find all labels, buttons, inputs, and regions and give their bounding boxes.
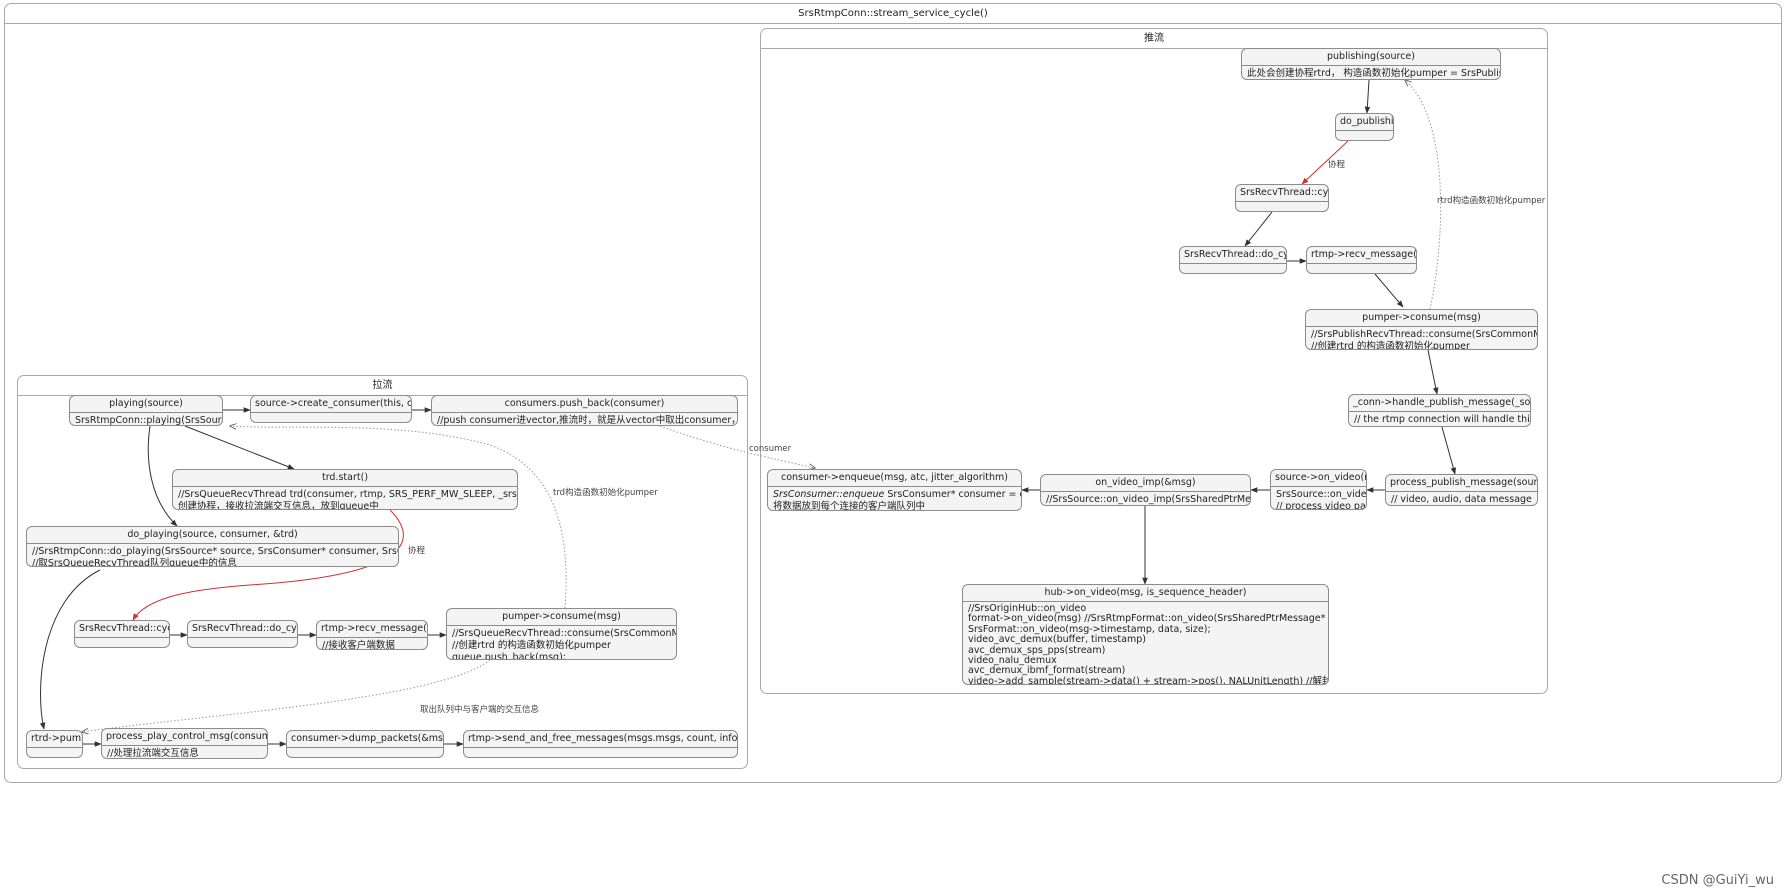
node-playing: playing(source) SrsRtmpConn::playing(Srs…	[69, 395, 223, 426]
node-text: // the rtmp connection will handle this …	[1354, 414, 1530, 425]
node-enqueue: consumer->enqueue(msg, atc, jitter_algor…	[767, 469, 1022, 511]
edge-publishing-do-publishing	[1364, 79, 1371, 114]
edges-layer	[39, 0, 1457, 747]
node-push-pumper-consume: pumper->consume(msg) //SrsPublishRecvThr…	[1305, 309, 1538, 350]
edge-pumper-publishing-dotted	[1405, 80, 1442, 310]
node-text: //SrsSource::on_video_imp(SrsSharedPtrMe…	[1046, 494, 1251, 505]
node-publishing: publishing(source) 此处会创建协程rtrd， 构造函数初始化p…	[1241, 48, 1501, 80]
edge-recv-message-pumper	[1374, 273, 1404, 308]
node-title: process_publish_message(source, msg)	[1386, 475, 1537, 492]
node-text: // process video packet	[1276, 501, 1366, 510]
node-text: SrsConsumer::enqueue	[773, 489, 885, 500]
node-title: source->create_consumer(this, consumer)	[251, 396, 411, 413]
node-title: rtrd->pump()	[27, 731, 82, 748]
node-title: playing(source)	[70, 396, 222, 413]
node-text: 将数据放到每个连接的客户端队列中	[773, 501, 926, 511]
node-title: do_playing(source, consumer, &trd)	[27, 527, 398, 544]
node-title: consumer->enqueue(msg, atc, jitter_algor…	[768, 470, 1021, 487]
node-title: SrsRecvThread::do_cycle()	[188, 621, 297, 638]
push-edge-rtrd-label: rtrd构造函数初始化pumper	[1437, 196, 1546, 206]
node-text: video->add_sample(stream->data() + strea…	[968, 675, 1328, 685]
pull-edge-trd-label: trd构造函数初始化pumper	[553, 488, 658, 498]
node-title: rtmp->recv_message(&msg)	[317, 621, 427, 638]
node-title: pumper->consume(msg)	[1306, 310, 1537, 327]
node-on-video-imp: on_video_imp(&msg) //SrsSource::on_video…	[1040, 474, 1251, 506]
node-do-playing: do_playing(source, consumer, &trd) //Srs…	[26, 526, 399, 567]
edge-pumper-playing-dotted	[230, 426, 567, 609]
node-push-recv-do-cycle: SrsRecvThread::do_cycle()	[1179, 246, 1287, 274]
node-source-on-video: source->on_video(msg) SrsSource::on_vide…	[1270, 469, 1367, 510]
node-text: 此处会创建协程rtrd， 构造函数初始化pumper = SrsPublishR…	[1247, 68, 1500, 79]
node-title: trd.start()	[173, 470, 517, 487]
push-edge-coroutine-label: 协程	[1328, 160, 1346, 170]
node-title: process_play_control_msg(consumer, msg)	[102, 729, 267, 746]
edge-playing-trd	[184, 425, 295, 470]
pull-edge-coroutine-label: 协程	[408, 546, 426, 556]
edge-consumer-label: consumer	[749, 444, 792, 454]
node-do-publishing: do_publishing	[1335, 113, 1394, 141]
node-pull-recv-message: rtmp->recv_message(&msg) //接收客户端数据	[316, 620, 428, 650]
node-rtrd-pump: rtrd->pump()	[26, 730, 83, 758]
node-text: 创建协程，接收拉流端交互信息，放到queue中	[178, 501, 379, 510]
node-handle-publish: _conn->handle_publish_message(_source, m…	[1348, 394, 1531, 427]
node-text: //SrsRtmpConn::do_playing(SrsSource* sou…	[32, 546, 398, 557]
node-text: //push consumer进vector,推流时，就是从vector中取出c…	[437, 415, 737, 426]
node-text: // video, audio, data message	[1391, 494, 1532, 505]
node-text: SrsConsumer* consumer = consumers.at(i)	[887, 489, 1021, 500]
node-text: //创建rtrd 的构造函数初始化pumper	[1311, 341, 1470, 350]
node-title: hub->on_video(msg, is_sequence_header)	[963, 585, 1328, 602]
edge-recv-cycle-do-cycle	[1244, 211, 1273, 247]
node-push-recv-cycle: SrsRecvThread::cycle()	[1235, 184, 1329, 212]
node-hub-on-video: hub->on_video(msg, is_sequence_header) /…	[962, 584, 1329, 685]
edge-pumper-handle	[1427, 349, 1439, 395]
node-title: rtmp->recv_message(&msg)	[1307, 247, 1416, 264]
node-text: //SrsPublishRecvThread::consume(SrsCommo…	[1311, 329, 1538, 340]
node-text: //SrsQueueRecvThread::consume(SrsCommonM…	[452, 628, 676, 639]
watermark: CSDN @GuiYi_wu	[1661, 873, 1774, 888]
edge-pumper-rtrdpump-dotted	[82, 659, 491, 732]
node-dump-packets: consumer->dump_packets(&msgs, count)	[286, 730, 444, 758]
node-text: //创建rtrd 的构造函数初始化pumper	[452, 640, 611, 651]
node-trd-start: trd.start() //SrsQueueRecvThread trd(con…	[172, 469, 518, 510]
node-process-publish: process_publish_message(source, msg) // …	[1385, 474, 1538, 506]
node-text: //SrsQueueRecvThread trd(consumer, rtmp,…	[178, 489, 517, 500]
node-text: queue.push_back(msg);	[452, 652, 566, 660]
node-title: consumer->dump_packets(&msgs, count)	[287, 731, 443, 748]
node-create-consumer: source->create_consumer(this, consumer)	[250, 395, 412, 423]
node-title: rtmp->send_and_free_messages(msgs.msgs, …	[464, 731, 737, 748]
node-push-recv-message: rtmp->recv_message(&msg)	[1306, 246, 1417, 274]
node-title: SrsRecvThread::cycle()	[75, 621, 169, 638]
node-title: do_publishing	[1336, 114, 1393, 131]
pull-edge-queue-label: 取出队列中与客户端的交互信息	[420, 705, 540, 715]
node-title: on_video_imp(&msg)	[1041, 475, 1250, 492]
node-pull-recv-do-cycle: SrsRecvThread::do_cycle()	[187, 620, 298, 648]
node-text: //接收客户端数据	[322, 640, 395, 650]
edge-pushback-enqueue-dotted	[659, 425, 815, 468]
node-title: _conn->handle_publish_message(_source, m…	[1349, 395, 1530, 412]
edge-handle-process	[1441, 426, 1457, 475]
node-text: SrsSource::on_video	[1276, 489, 1367, 500]
node-push-back: consumers.push_back(consumer) //push con…	[431, 395, 738, 426]
node-title: source->on_video(msg)	[1271, 470, 1366, 487]
node-send-and-free: rtmp->send_and_free_messages(msgs.msgs, …	[463, 730, 738, 758]
node-pull-pumper-consume: pumper->consume(msg) //SrsQueueRecvThrea…	[446, 608, 677, 660]
edge-doplaying-rtrdpump	[39, 569, 101, 730]
node-process-play-control: process_play_control_msg(consumer, msg) …	[101, 728, 268, 759]
node-title: pumper->consume(msg)	[447, 609, 676, 626]
node-title: consumers.push_back(consumer)	[432, 396, 737, 413]
node-title: SrsRecvThread::do_cycle()	[1180, 247, 1286, 264]
node-title: publishing(source)	[1242, 49, 1500, 66]
node-pull-recv-cycle: SrsRecvThread::cycle()	[74, 620, 170, 648]
node-text: //处理拉流端交互信息	[107, 748, 199, 759]
node-text: SrsRtmpConn::playing(SrsSource* source)	[75, 415, 223, 426]
node-text: //取SrsQueueRecvThread队列queue中的信息	[32, 558, 237, 567]
node-title: SrsRecvThread::cycle()	[1236, 185, 1328, 202]
node-text: SrsConsumer::enqueue SrsConsumer* consum…	[773, 489, 1021, 501]
